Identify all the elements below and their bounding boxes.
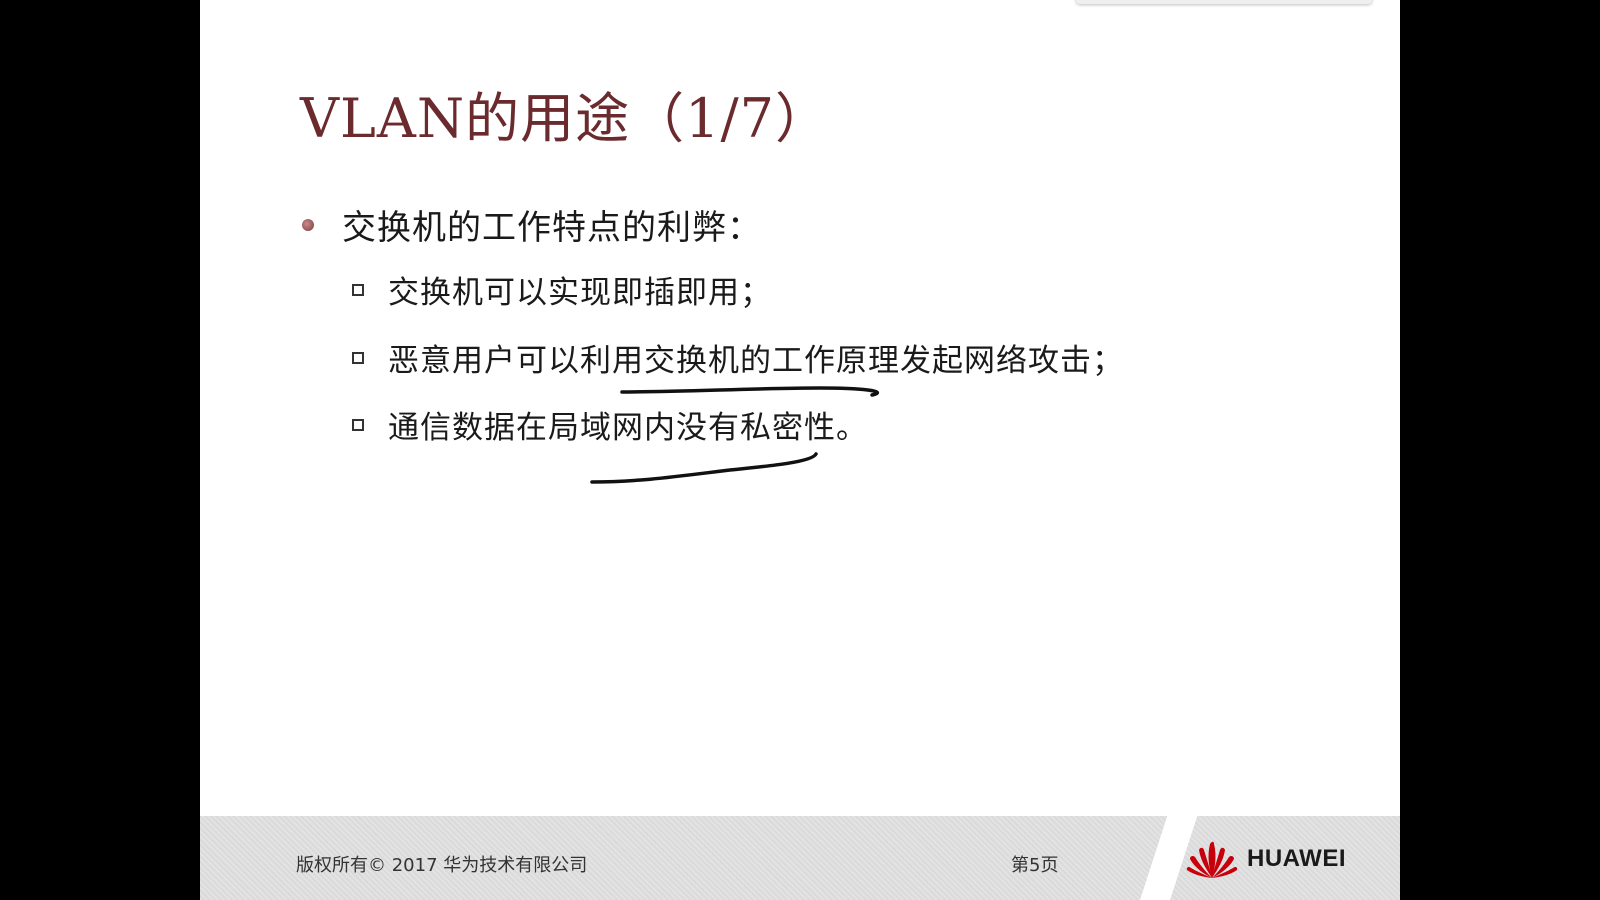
bullet-level2: 恶意用户可以利用交换机的工作原理发起网络攻击；	[352, 335, 1124, 380]
page-number: 第5页	[1011, 855, 1059, 876]
logo-wordmark: HUAWEI	[1247, 845, 1346, 872]
huawei-petal-logo-icon	[1186, 841, 1238, 878]
top-tab[interactable]	[1076, 0, 1372, 4]
bullet-level1-text: 交换机的工作特点的利弊：	[342, 208, 762, 248]
screen: VLAN的用途（1/7） 交换机的工作特点的利弊： 交换机可以实现即插即用； 恶…	[0, 0, 1600, 900]
bullet-level2: 通信数据在局域网内没有私密性。	[352, 402, 868, 447]
hollow-square-icon	[352, 351, 364, 364]
bullet-level1: 交换机的工作特点的利弊：	[300, 200, 762, 249]
slide-title: VLAN的用途（1/7）	[300, 87, 831, 150]
ink-underline-stroke	[620, 386, 880, 397]
ink-underline-stroke	[590, 452, 818, 484]
slide: VLAN的用途（1/7） 交换机的工作特点的利弊： 交换机可以实现即插即用； 恶…	[200, 0, 1400, 900]
copyright-text: 版权所有© 2017 华为技术有限公司	[296, 855, 588, 876]
round-dot-icon	[302, 218, 314, 231]
hollow-square-icon	[352, 283, 364, 296]
bullet-level2-text: 通信数据在局域网内没有私密性。	[388, 410, 868, 446]
bullet-level2: 交换机可以实现即插即用；	[352, 267, 772, 312]
hollow-square-icon	[352, 418, 364, 431]
bullet-level2-text: 恶意用户可以利用交换机的工作原理发起网络攻击；	[388, 343, 1124, 379]
bullet-level2-text: 交换机可以实现即插即用；	[388, 275, 772, 311]
huawei-logo: HUAWEI	[1185, 838, 1346, 880]
